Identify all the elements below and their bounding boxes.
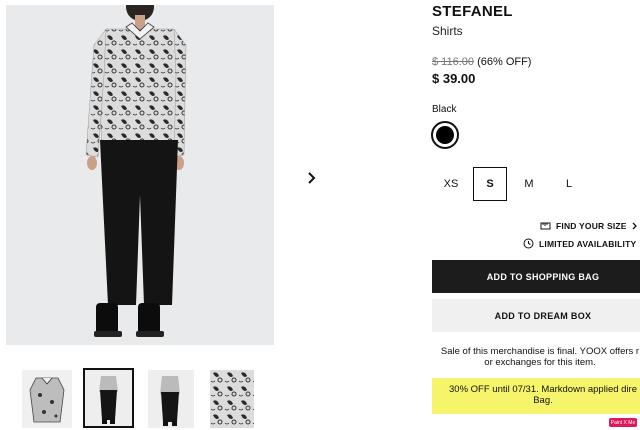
thumbnail-1[interactable]: [22, 370, 72, 428]
ruler-icon: [540, 222, 551, 230]
model-thumbnail-back: [148, 370, 194, 428]
final-sale-line-1: Sale of this merchandise is final. YOOX …: [440, 346, 640, 357]
limited-availability-label: LIMITED AVAILABILITY: [539, 238, 637, 249]
model-photo: [6, 5, 274, 345]
brand-name[interactable]: STEFANEL: [432, 3, 513, 20]
model-thumbnail: [85, 370, 132, 426]
size-option-l[interactable]: L: [552, 167, 586, 201]
thumbnail-3[interactable]: [148, 370, 194, 428]
main-product-image[interactable]: [6, 5, 274, 345]
find-your-size-link[interactable]: FIND YOUR SIZE: [540, 221, 638, 231]
thumbnail-2[interactable]: [83, 368, 134, 428]
price-original: $ 116.00 (66% OFF): [432, 56, 531, 68]
size-option-s[interactable]: S: [473, 167, 507, 201]
thumbnail-4[interactable]: [210, 370, 254, 428]
limited-availability: LIMITED AVAILABILITY: [523, 238, 636, 249]
paint-x-me-badge[interactable]: Paint X Me: [609, 418, 637, 427]
final-sale-notice: Sale of this merchandise is final. YOOX …: [440, 346, 640, 368]
color-swatch-black[interactable]: [431, 121, 459, 149]
size-option-m[interactable]: M: [512, 167, 546, 201]
product-category: Shirts: [432, 24, 463, 38]
chevron-right-small-icon: [632, 222, 637, 230]
color-label: Black: [432, 104, 457, 115]
next-image-button[interactable]: [301, 167, 323, 189]
add-to-shopping-bag-button[interactable]: ADD TO SHOPPING BAG: [432, 260, 640, 293]
size-option-xs[interactable]: XS: [434, 167, 468, 201]
promo-line-2: Bag.: [533, 395, 553, 406]
original-price: $ 116.00: [432, 56, 475, 68]
sale-price: $ 39.00: [432, 71, 476, 86]
shirt-thumbnail: [22, 370, 72, 428]
fabric-detail-thumbnail: [210, 370, 254, 428]
chevron-right-icon: [308, 172, 316, 184]
discount-label: (66% OFF): [477, 56, 532, 68]
final-sale-line-2: or exchanges for this item.: [484, 357, 596, 368]
promo-banner: 30% OFF until 07/31. Markdown applied di…: [432, 378, 640, 414]
find-your-size-label: FIND YOUR SIZE: [556, 221, 627, 231]
thumbnail-strip: [0, 368, 280, 430]
promo-line-1: 30% OFF until 07/31. Markdown applied di…: [449, 384, 637, 395]
add-to-dream-box-button[interactable]: ADD TO DREAM BOX: [432, 299, 640, 332]
clock-icon: [523, 238, 534, 249]
swatch-fill: [436, 126, 454, 144]
